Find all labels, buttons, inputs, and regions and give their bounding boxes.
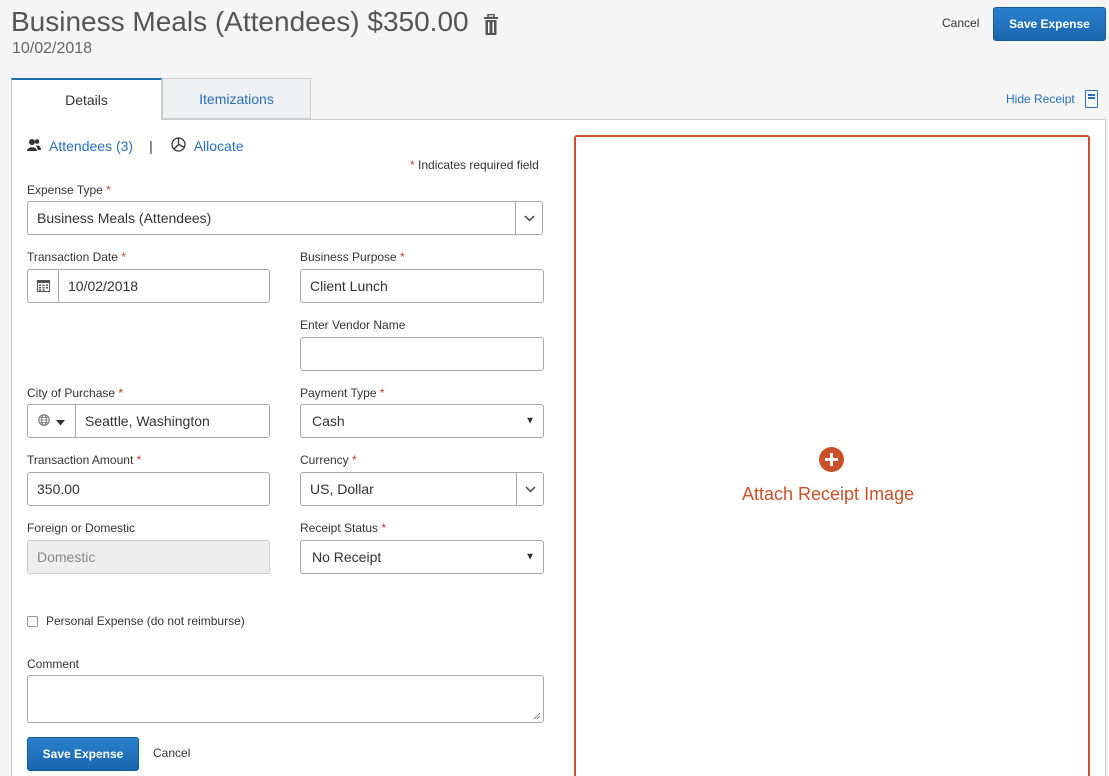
caret-down-icon: ▼ <box>525 415 535 427</box>
receipt-status-label: Receipt Status * <box>300 521 387 535</box>
comment-textarea[interactable] <box>27 675 544 723</box>
required-note-text: Indicates required field <box>418 158 539 172</box>
currency-value: US, Dollar <box>310 481 374 497</box>
expense-type-label: Expense Type * <box>27 183 111 197</box>
business-purpose-input[interactable]: Client Lunch <box>300 269 544 303</box>
receipt-status-select[interactable]: No Receipt ▼ <box>300 540 544 574</box>
personal-expense-label: Personal Expense (do not reimburse) <box>46 614 245 628</box>
page-title: Business Meals (Attendees) $350.00 <box>11 6 499 38</box>
foreign-domestic-field: Domestic <box>27 540 270 574</box>
vendor-name-input[interactable] <box>300 337 544 371</box>
transaction-date-field[interactable]: 10/02/2018 <box>27 269 270 303</box>
transaction-date-value: 10/02/2018 <box>68 278 139 294</box>
cancel-link-bottom[interactable]: Cancel <box>153 746 190 760</box>
expense-type-select[interactable]: Business Meals (Attendees) <box>27 201 543 235</box>
payment-type-select[interactable]: Cash ▼ <box>300 404 544 438</box>
vendor-name-label: Enter Vendor Name <box>300 318 406 332</box>
receipt-document-icon <box>1084 90 1098 108</box>
required-star: * <box>410 158 415 172</box>
tab-details[interactable]: Details <box>11 78 162 120</box>
currency-label: Currency * <box>300 453 357 467</box>
hide-receipt-link[interactable]: Hide Receipt <box>1006 90 1098 108</box>
page-title-text: Business Meals (Attendees) $350.00 <box>11 6 469 37</box>
currency-select[interactable]: US, Dollar <box>300 472 544 506</box>
hide-receipt-label: Hide Receipt <box>1006 92 1075 106</box>
city-of-purchase-label: City of Purchase * <box>27 386 124 400</box>
attendee-allocate-row: Attendees (3) | Allocate <box>27 137 244 155</box>
save-expense-button-bottom[interactable]: Save Expense <box>27 737 139 771</box>
caret-down-icon: ▼ <box>525 551 535 563</box>
comment-label: Comment <box>27 657 80 671</box>
add-circle-icon[interactable] <box>819 447 844 472</box>
chevron-down-icon[interactable] <box>515 202 542 234</box>
trash-icon[interactable] <box>483 11 499 35</box>
calendar-icon[interactable] <box>28 270 59 302</box>
cancel-link[interactable]: Cancel <box>942 16 979 30</box>
business-purpose-label: Business Purpose * <box>300 250 405 264</box>
allocate-pie-icon <box>171 137 186 155</box>
separator: | <box>149 138 153 154</box>
payment-type-label: Payment Type * <box>300 386 385 400</box>
globe-icon <box>38 413 50 429</box>
allocate-link[interactable]: Allocate <box>194 138 244 154</box>
location-dropdown[interactable] <box>28 405 76 437</box>
save-expense-button[interactable]: Save Expense <box>993 7 1106 41</box>
receipt-status-value: No Receipt <box>312 549 382 565</box>
transaction-amount-value: 350.00 <box>37 481 80 497</box>
tab-itemizations[interactable]: Itemizations <box>162 78 311 119</box>
business-purpose-value: Client Lunch <box>310 278 388 294</box>
caret-down-icon <box>56 413 65 429</box>
foreign-domestic-value: Domestic <box>37 549 96 565</box>
attendees-icon <box>27 138 41 155</box>
chevron-down-icon[interactable] <box>516 473 543 505</box>
transaction-date-label: Transaction Date * <box>27 250 126 264</box>
payment-type-value: Cash <box>312 413 345 429</box>
attach-receipt-link[interactable]: Attach Receipt Image <box>742 484 914 505</box>
personal-expense-checkbox[interactable] <box>27 616 38 627</box>
city-of-purchase-field[interactable]: Seattle, Washington <box>27 404 270 438</box>
expense-date: 10/02/2018 <box>12 40 93 57</box>
required-field-note: * Indicates required field <box>410 158 539 172</box>
transaction-amount-input[interactable]: 350.00 <box>27 472 270 506</box>
city-of-purchase-value: Seattle, Washington <box>85 413 210 429</box>
expense-type-value: Business Meals (Attendees) <box>37 210 212 226</box>
attendees-link[interactable]: Attendees (3) <box>49 138 133 154</box>
resize-handle-icon[interactable] <box>533 712 541 720</box>
transaction-amount-label: Transaction Amount * <box>27 453 142 467</box>
foreign-domestic-label: Foreign or Domestic <box>27 521 136 535</box>
tab-bar: Details Itemizations <box>11 78 311 120</box>
